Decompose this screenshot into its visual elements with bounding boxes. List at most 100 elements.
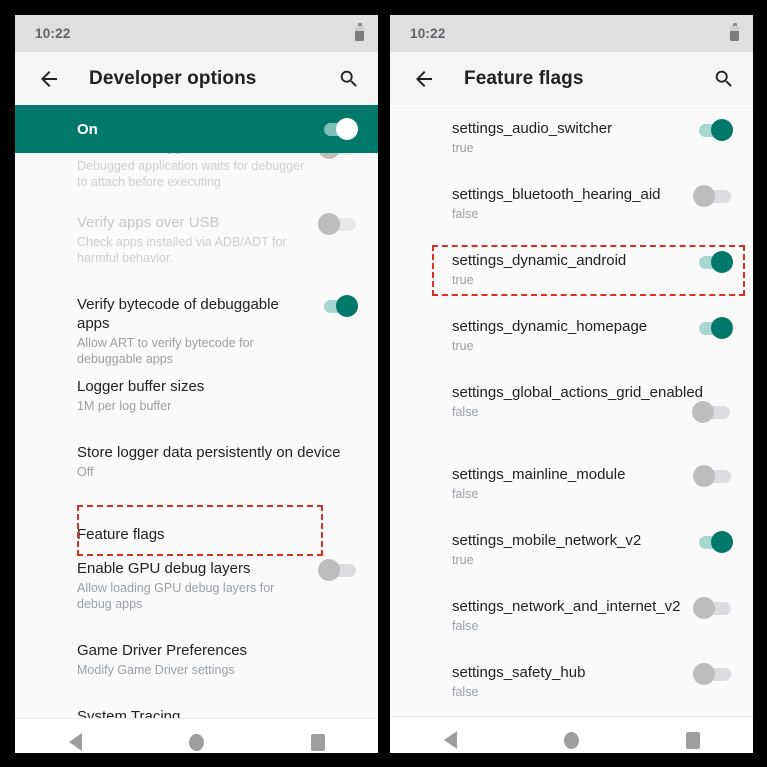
feature-flags-list: settings_audio_switcher true settings_bl… [390, 105, 753, 716]
list-item-title: System Tracing [77, 708, 181, 718]
app-bar: Developer options [15, 52, 378, 105]
switch-thumb [318, 213, 340, 235]
list-item-toggle[interactable] [693, 465, 733, 487]
arrow-back-icon[interactable] [412, 67, 436, 91]
list-item-settings-network-and-internet-v2[interactable]: settings_network_and_internet_v2 false [390, 597, 753, 663]
list-item-toggle[interactable] [318, 295, 358, 317]
list-item-wait-for-debugger[interactable]: Wait for debugger Debugged application w… [15, 153, 378, 213]
list-item-subtitle: true [452, 141, 474, 155]
switch-thumb [711, 531, 733, 553]
list-item-subtitle: Allow ART to verify bytecode for debugga… [77, 336, 254, 366]
list-item-system-tracing[interactable]: System Tracing [15, 707, 378, 718]
list-item-settings-mobile-network-v2[interactable]: settings_mobile_network_v2 true [390, 531, 753, 597]
list-item-title: Wait for debugger [77, 153, 306, 156]
search-icon[interactable] [713, 68, 735, 90]
list-item-subtitle: false [452, 619, 479, 633]
switch-thumb [711, 251, 733, 273]
status-bar: 10:22 [390, 15, 753, 52]
switch-thumb [693, 663, 715, 685]
list-item-toggle[interactable] [693, 185, 733, 207]
list-item-settings-mainline-module[interactable]: settings_mainline_module false [390, 465, 753, 531]
switch-thumb [693, 185, 715, 207]
list-item-title: settings_mainline_module [452, 466, 626, 483]
list-item-toggle[interactable] [318, 559, 358, 581]
list-item-title: settings_mobile_network_v2 [452, 532, 642, 549]
list-item-title: settings_network_and_internet_v2 [452, 598, 681, 615]
list-item-title: Verify bytecode of debuggable apps [77, 296, 279, 332]
page-title: Developer options [89, 67, 257, 89]
list-item-subtitle: Off [77, 465, 94, 479]
switch-thumb [693, 597, 715, 619]
list-item-title: settings_dynamic_android [452, 252, 627, 269]
system-navigation-bar [390, 716, 753, 753]
list-item-subtitle: false [452, 487, 479, 501]
nav-recents-icon[interactable] [310, 733, 325, 751]
list-item-store-logger-data[interactable]: Store logger data persistently on device… [15, 443, 378, 505]
phone-screen-developer-options: 10:22 Developer options On Wait for debu… [15, 15, 378, 753]
list-item-logger-buffer-sizes[interactable]: Logger buffer sizes 1M per log buffer [15, 377, 378, 443]
list-item-verify-bytecode[interactable]: Verify bytecode of debuggable apps Allow… [15, 295, 378, 377]
master-switch-toggle[interactable] [318, 118, 358, 140]
list-item-title: Game Driver Preferences [77, 642, 248, 659]
status-bar: 10:22 [15, 15, 378, 52]
screenshot-root: 10:22 Developer options On Wait for debu… [0, 0, 767, 767]
list-item-title: settings_global_actions_grid_enabled [452, 384, 704, 401]
list-item-subtitle: true [452, 339, 474, 353]
switch-thumb [692, 401, 714, 423]
list-item-settings-dynamic-android[interactable]: settings_dynamic_android true [390, 251, 753, 317]
list-item-settings-bluetooth-hearing-aid[interactable]: settings_bluetooth_hearing_aid false [390, 185, 753, 251]
list-item-toggle[interactable] [693, 663, 733, 685]
list-item-enable-gpu-debug-layers[interactable]: Enable GPU debug layers Allow loading GP… [15, 559, 378, 641]
list-item-toggle[interactable] [318, 153, 358, 159]
list-item-subtitle: false [452, 685, 479, 699]
list-item-subtitle: Debugged application waits for debugger … [77, 159, 305, 189]
list-item-settings-audio-switcher[interactable]: settings_audio_switcher true [390, 119, 753, 185]
list-item-subtitle: false [452, 207, 479, 221]
nav-home-icon[interactable] [563, 731, 579, 749]
list-item-toggle[interactable] [693, 531, 733, 553]
list-item-toggle[interactable] [692, 401, 732, 423]
switch-thumb [318, 153, 340, 159]
list-item-title: Logger buffer sizes [77, 378, 205, 395]
list-item-verify-apps-over-usb[interactable]: Verify apps over USB Check apps installe… [15, 213, 378, 295]
list-item-toggle[interactable] [693, 251, 733, 273]
battery-icon [355, 23, 364, 41]
list-item-subtitle: Modify Game Driver settings [77, 663, 235, 677]
list-item-toggle[interactable] [693, 317, 733, 339]
switch-thumb [693, 465, 715, 487]
nav-recents-icon[interactable] [685, 731, 700, 749]
battery-icon [730, 23, 739, 41]
list-item-title: Verify apps over USB [77, 214, 220, 231]
list-item-title: Store logger data persistently on device [77, 444, 341, 461]
system-navigation-bar [15, 718, 378, 753]
status-bar-clock: 10:22 [410, 26, 446, 41]
switch-thumb [711, 119, 733, 141]
list-item-settings-global-actions-grid-enabled[interactable]: settings_global_actions_grid_enabled fal… [390, 383, 753, 465]
list-item-toggle[interactable] [693, 597, 733, 619]
list-item-title: settings_bluetooth_hearing_aid [452, 186, 661, 203]
list-item-title: Enable GPU debug layers [77, 560, 251, 577]
list-item-title: settings_safety_hub [452, 664, 586, 681]
list-item-title: settings_audio_switcher [452, 120, 613, 137]
master-switch-label: On [77, 120, 98, 138]
nav-home-icon[interactable] [188, 733, 204, 751]
list-item-game-driver-preferences[interactable]: Game Driver Preferences Modify Game Driv… [15, 641, 378, 707]
nav-back-icon[interactable] [443, 731, 457, 749]
list-item-subtitle: Check apps installed via ADB/ADT for har… [77, 235, 287, 265]
list-item-settings-safety-hub[interactable]: settings_safety_hub false [390, 663, 753, 716]
developer-options-master-switch-row[interactable]: On [15, 105, 378, 153]
arrow-back-icon[interactable] [37, 67, 61, 91]
switch-thumb [711, 317, 733, 339]
list-item-toggle[interactable] [318, 213, 358, 235]
list-item-feature-flags[interactable]: Feature flags [15, 509, 378, 559]
switch-thumb [336, 118, 358, 140]
nav-back-icon[interactable] [68, 733, 82, 751]
switch-thumb [336, 295, 358, 317]
switch-thumb [318, 559, 340, 581]
list-item-subtitle: true [452, 273, 474, 287]
app-bar: Feature flags [390, 52, 753, 105]
list-item-subtitle: false [452, 405, 479, 419]
list-item-toggle[interactable] [693, 119, 733, 141]
search-icon[interactable] [338, 68, 360, 90]
list-item-settings-dynamic-homepage[interactable]: settings_dynamic_homepage true [390, 317, 753, 383]
